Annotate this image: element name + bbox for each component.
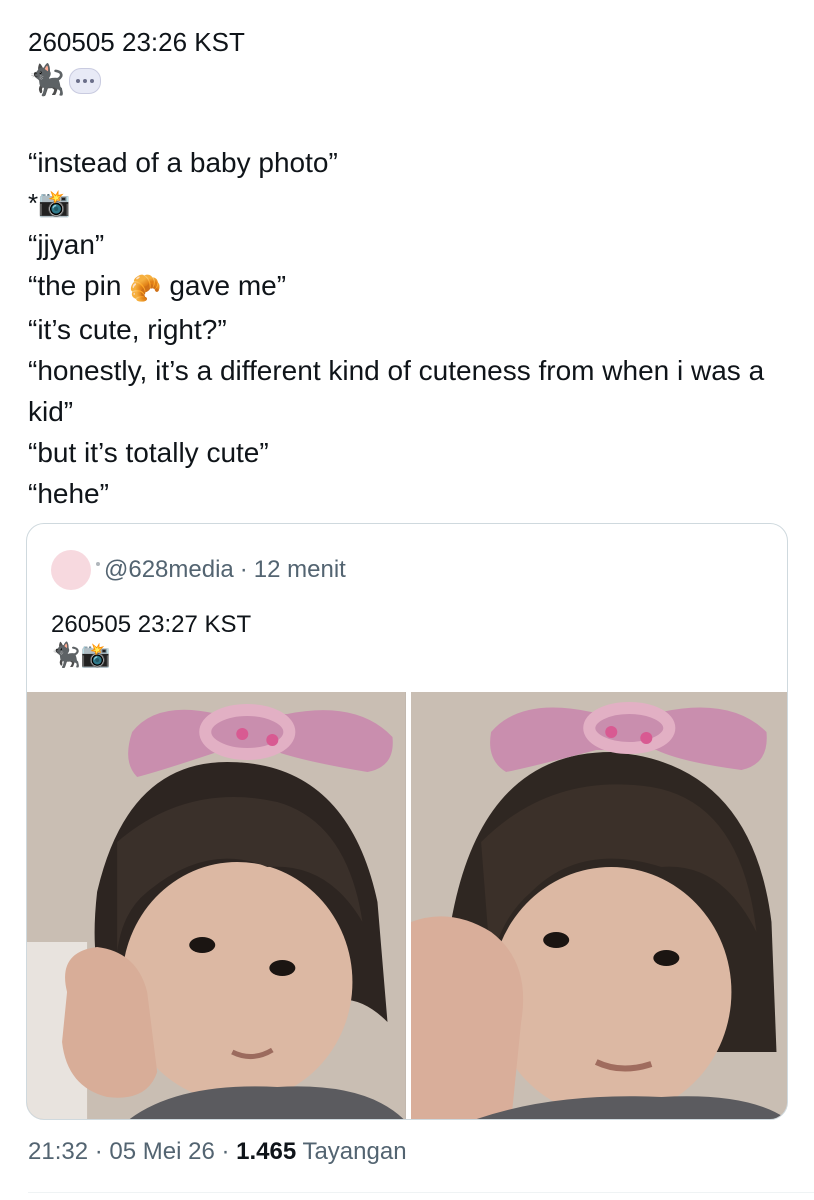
tweet-line-part: “the pin — [28, 270, 122, 301]
thought-bubble-icon — [69, 68, 102, 94]
tweet-line: “instead of a baby photo” — [28, 147, 338, 178]
selfie-photo-right-image — [410, 692, 787, 1119]
photo-right[interactable] — [410, 692, 787, 1119]
selfie-photo-left-image — [27, 692, 406, 1119]
separator-dot: · — [94, 1138, 103, 1165]
quoted-handle[interactable]: @628media — [104, 556, 234, 584]
quoted-tweet-header: @628media · 12 menit — [51, 550, 346, 590]
tweet-line: “but it’s totally cute” — [28, 437, 269, 468]
views-count: 1.465 — [236, 1138, 297, 1165]
tweet-line: “honestly, it’s a different kind of cute… — [28, 355, 772, 427]
tweet-line: “the pin 🥐 gave me” — [28, 265, 792, 309]
quoted-emoji-row: 🐈‍⬛📸 — [51, 642, 111, 669]
views-label: Tayangan — [302, 1138, 407, 1165]
tweet-body: “instead of a baby photo” *📸 “jjyan” “th… — [28, 142, 792, 514]
quoted-tweet-card[interactable]: @628media · 12 menit 260505 23:27 KST 🐈‍… — [26, 523, 788, 1120]
tweet-line-part: gave me” — [169, 270, 287, 301]
post-time[interactable]: 21:32 — [28, 1138, 88, 1165]
tweet-line: “jjyan” — [28, 229, 105, 260]
tweet-meta-footer: 21:32 · 05 Mei 26 · 1.465 Tayangan — [28, 1136, 407, 1168]
tweet-line: “hehe” — [28, 478, 109, 509]
black-cat-icon: 🐈‍⬛ — [28, 64, 66, 97]
photo-left[interactable] — [27, 692, 406, 1119]
post-date[interactable]: 05 Mei 26 — [109, 1138, 214, 1165]
quoted-tweet-text: 260505 23:27 KST — [51, 611, 252, 638]
quoted-time-ago[interactable]: 12 menit — [254, 556, 346, 584]
tweet-timestamp-text: 260505 23:26 KST — [28, 27, 245, 57]
emoji-row: 🐈‍⬛ — [28, 64, 102, 98]
divider — [28, 1192, 814, 1193]
small-dot-icon — [96, 562, 100, 566]
separator-dot: · — [221, 1138, 230, 1165]
tweet-line: “it’s cute, right?” — [28, 314, 227, 345]
avatar[interactable] — [51, 550, 91, 590]
separator-dot: · — [239, 556, 248, 583]
photo-grid — [27, 692, 787, 1119]
croissant-icon: 🥐 — [129, 273, 162, 303]
camera-flash-icon: *📸 — [28, 188, 71, 218]
